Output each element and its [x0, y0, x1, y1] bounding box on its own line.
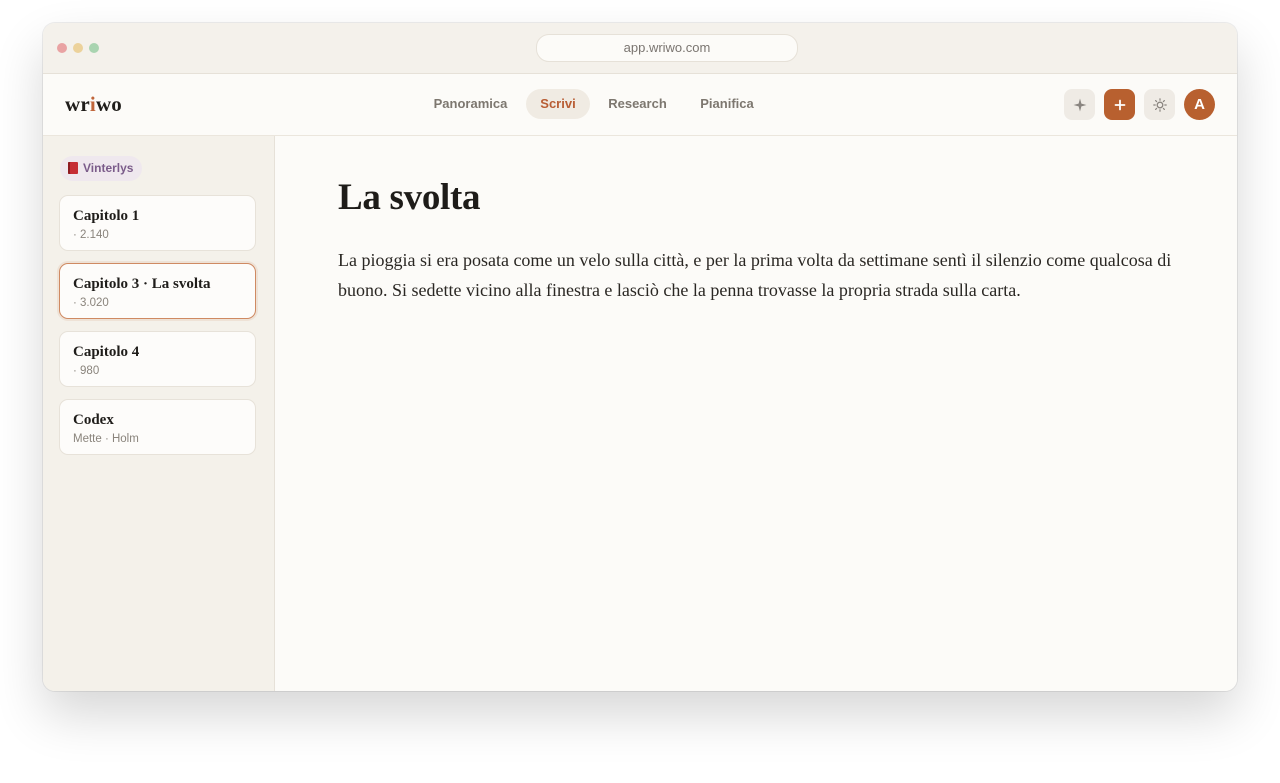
- project-badge[interactable]: Vinterlys: [60, 156, 143, 181]
- sun-icon: [1152, 97, 1167, 112]
- browser-window: app.wriwo.com wriwo Panoramica Scrivi Re…: [43, 23, 1237, 691]
- chapter-card-4[interactable]: Capitolo 4 · 980: [59, 331, 256, 387]
- ai-assist-button[interactable]: [1064, 89, 1095, 120]
- theme-toggle-button[interactable]: [1144, 89, 1175, 120]
- codex-card[interactable]: Codex Mette · Holm: [59, 399, 256, 455]
- minimize-window-button[interactable]: [73, 43, 83, 53]
- document-body[interactable]: La pioggia si era posata come un velo su…: [338, 245, 1188, 305]
- nav-tab-panoramica[interactable]: Panoramica: [421, 89, 520, 119]
- logo-text-start: wr: [65, 92, 90, 116]
- logo-text-end: wo: [95, 92, 123, 116]
- chapter-word-count: · 980: [73, 365, 100, 377]
- chapter-card-1[interactable]: Capitolo 1 · 2.140: [59, 195, 256, 251]
- app-header: wriwo Panoramica Scrivi Research Pianifi…: [43, 74, 1237, 136]
- address-bar[interactable]: app.wriwo.com: [536, 34, 798, 62]
- chapter-word-count: · 2.140: [73, 229, 109, 241]
- codex-title: Codex: [73, 412, 114, 428]
- nav-tab-scrivi[interactable]: Scrivi: [526, 89, 590, 119]
- user-avatar[interactable]: A: [1184, 89, 1215, 120]
- nav-tab-pianifica[interactable]: Pianifica: [687, 89, 767, 119]
- maximize-window-button[interactable]: [89, 43, 99, 53]
- chapter-title: Capitolo 4: [73, 344, 140, 360]
- editor-pane: La svolta La pioggia si era posata come …: [275, 136, 1237, 691]
- nav-tab-research[interactable]: Research: [595, 89, 680, 119]
- add-button[interactable]: [1104, 89, 1135, 120]
- document-title[interactable]: La svolta: [338, 176, 481, 219]
- chapter-title: Capitolo 1: [73, 208, 140, 224]
- chapter-card-3[interactable]: Capitolo 3 · La svolta · 3.020: [59, 263, 256, 319]
- plus-icon: [1114, 99, 1125, 110]
- close-window-button[interactable]: [57, 43, 67, 53]
- codex-subtitle: Mette · Holm: [73, 433, 139, 445]
- browser-chrome: app.wriwo.com: [43, 23, 1237, 74]
- app-logo[interactable]: wriwo: [65, 92, 122, 117]
- book-icon: [68, 162, 78, 174]
- sparkle-icon: [1073, 98, 1086, 111]
- chapters-sidebar: Vinterlys Capitolo 1 · 2.140 Capitolo 3 …: [43, 136, 275, 691]
- chapter-word-count: · 3.020: [73, 297, 109, 309]
- chapter-title: Capitolo 3 · La svolta: [73, 276, 211, 292]
- project-name: Vinterlys: [83, 161, 134, 175]
